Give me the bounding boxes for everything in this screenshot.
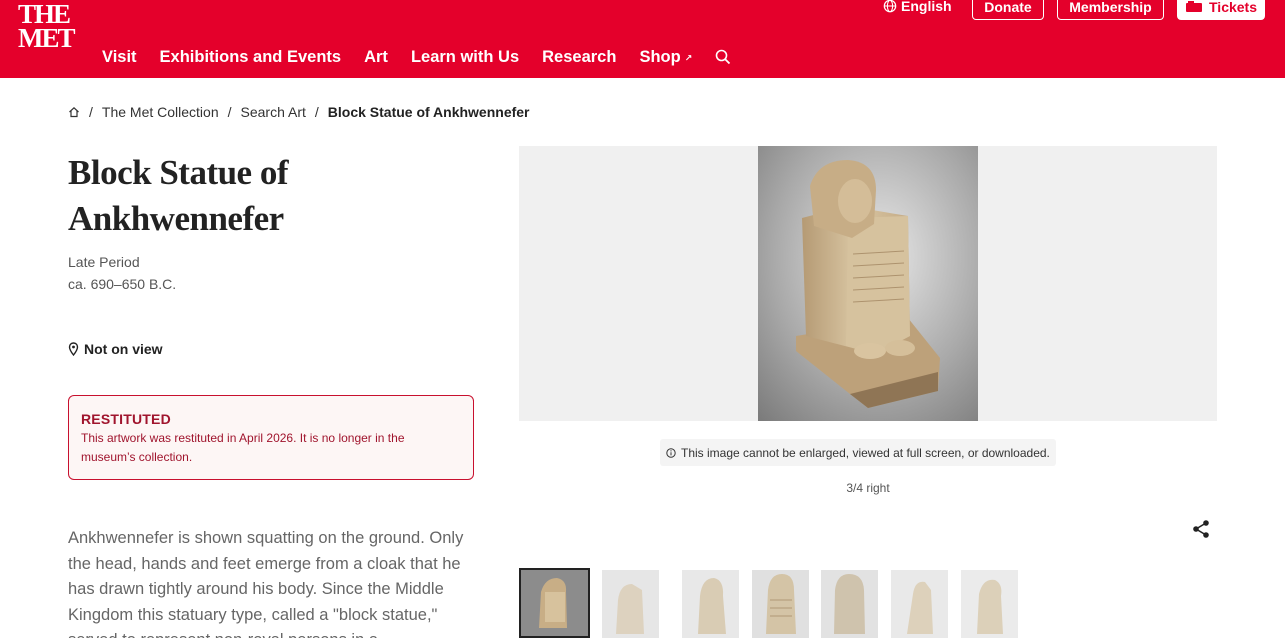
met-logo[interactable]: THE MET xyxy=(18,1,76,54)
globe-icon xyxy=(883,0,897,13)
object-date: ca. 690–650 B.C. xyxy=(68,276,177,292)
image-viewer xyxy=(519,146,1217,421)
external-link-icon: ↗ xyxy=(684,52,693,63)
breadcrumb-item-search-art[interactable]: Search Art xyxy=(241,104,306,120)
nav-shop-label: Shop xyxy=(639,47,681,66)
image-notice-text: This image cannot be enlarged, viewed at… xyxy=(681,445,1050,460)
tickets-button[interactable]: Tickets xyxy=(1177,0,1265,20)
tickets-label: Tickets xyxy=(1209,0,1257,15)
site-header: THE MET English Donate Membership Ticket… xyxy=(0,0,1285,78)
object-meta: Late Period ca. 690–650 B.C. xyxy=(68,251,176,295)
language-selector[interactable]: English xyxy=(883,0,952,14)
artwork-image xyxy=(758,146,978,421)
on-view-status: Not on view xyxy=(68,341,163,357)
image-caption: 3/4 right xyxy=(846,481,890,495)
on-view-label: Not on view xyxy=(84,341,163,357)
restituted-title: RESTITUTED xyxy=(81,411,171,427)
nav-shop[interactable]: Shop ↗ xyxy=(639,48,692,67)
home-icon[interactable] xyxy=(68,106,80,118)
membership-label: Membership xyxy=(1069,0,1152,15)
share-icon[interactable] xyxy=(1191,519,1211,539)
object-title: Block Statue of Ankhwennefer xyxy=(68,153,289,238)
thumbnail-6[interactable] xyxy=(891,570,948,638)
ticket-icon xyxy=(1186,1,1202,12)
breadcrumb-separator: / xyxy=(227,104,232,120)
main-nav: Visit Exhibitions and Events Art Learn w… xyxy=(102,46,731,68)
nav-visit[interactable]: Visit xyxy=(102,48,137,67)
image-restriction-notice: This image cannot be enlarged, viewed at… xyxy=(660,439,1056,466)
language-label: English xyxy=(901,0,952,14)
restituted-text: This artwork was restituted in April 202… xyxy=(81,431,405,464)
breadcrumb-current: Block Statue of Ankhwennefer xyxy=(327,104,530,120)
location-pin-icon xyxy=(68,342,79,356)
info-icon xyxy=(666,447,676,458)
breadcrumb: / The Met Collection / Search Art / Bloc… xyxy=(68,104,530,120)
thumbnail-7[interactable] xyxy=(961,570,1018,638)
thumbnail-2[interactable] xyxy=(602,570,659,638)
thumbnail-3[interactable] xyxy=(682,570,739,638)
nav-learn-with-us[interactable]: Learn with Us xyxy=(411,48,519,67)
nav-art[interactable]: Art xyxy=(364,48,388,67)
object-description: Ankhwennefer is shown squatting on the g… xyxy=(68,529,464,638)
breadcrumb-separator: / xyxy=(89,104,93,120)
donate-label: Donate xyxy=(984,0,1032,15)
breadcrumb-separator: / xyxy=(314,104,319,120)
search-icon[interactable] xyxy=(715,49,731,65)
donate-button[interactable]: Donate xyxy=(972,0,1044,20)
membership-button[interactable]: Membership xyxy=(1057,0,1164,20)
thumbnail-5[interactable] xyxy=(821,570,878,638)
breadcrumb-item-collection[interactable]: The Met Collection xyxy=(102,104,219,120)
logo-line-2: MET xyxy=(18,23,76,53)
object-period: Late Period xyxy=(68,254,140,270)
restituted-notice: RESTITUTED This artwork was restituted i… xyxy=(68,395,474,480)
thumbnail-4[interactable] xyxy=(752,570,809,638)
thumbnail-1[interactable] xyxy=(519,568,590,638)
nav-research[interactable]: Research xyxy=(542,48,616,67)
nav-exhibitions-and-events[interactable]: Exhibitions and Events xyxy=(160,48,342,67)
